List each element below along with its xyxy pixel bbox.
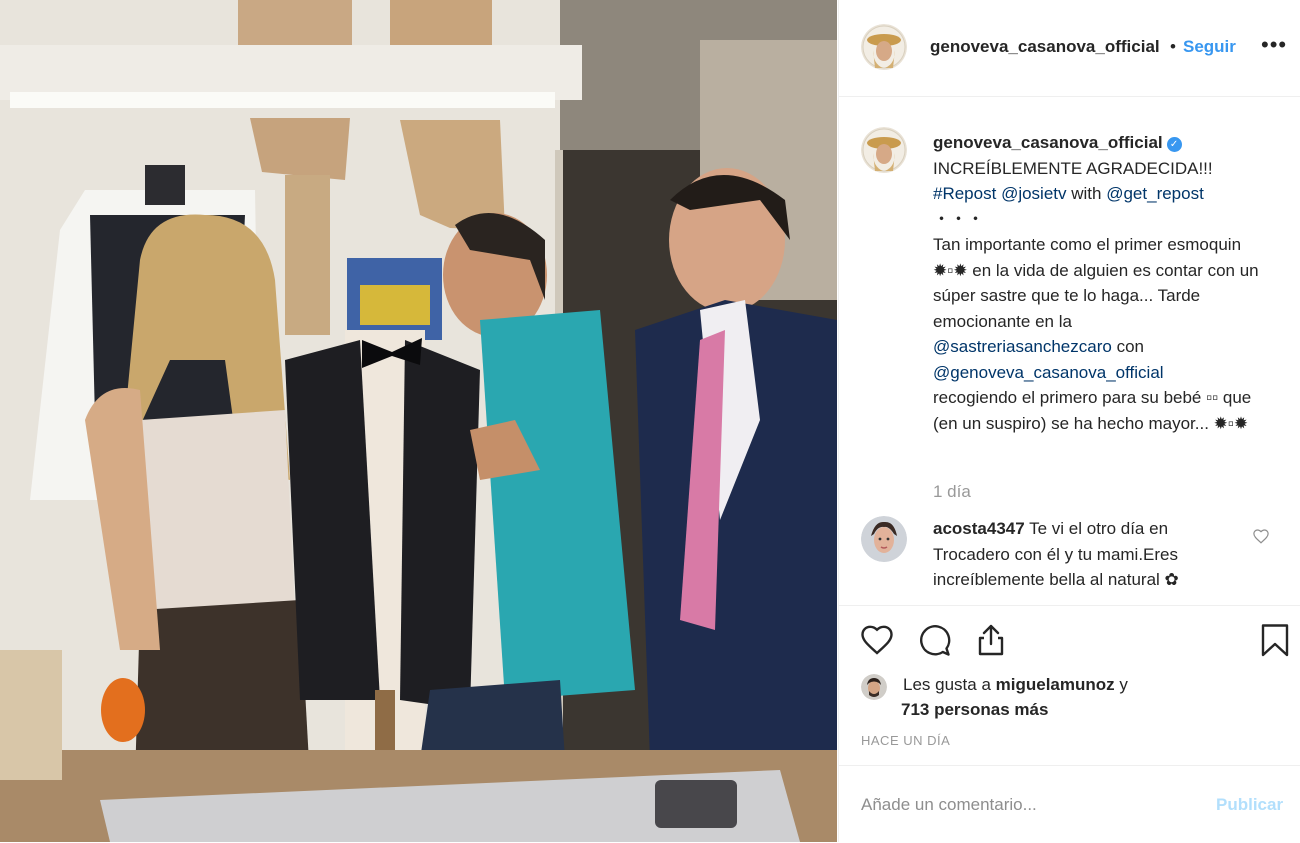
more-options-icon[interactable]: ••• [1261, 32, 1287, 58]
mention-josietv[interactable]: @josietv [1001, 184, 1066, 203]
post-actions: Les gusta a miguelamunoz y 713 personas … [839, 605, 1300, 766]
post-timestamp[interactable]: HACE UN DÍA [861, 733, 950, 748]
post-caption: genoveva_casanova_official ✓ INCREÍBLEMEN… [933, 130, 1273, 436]
likes-prefix: Les gusta a [903, 675, 991, 694]
liker-avatar[interactable] [861, 674, 887, 700]
post-photo[interactable] [0, 0, 837, 842]
post-header: genoveva_casanova_official • Seguir ••• [839, 0, 1300, 97]
caption-body1: Tan importante como el primer esmoquin ✹… [933, 235, 1259, 331]
comment-like-heart-icon[interactable] [1252, 527, 1270, 545]
verified-badge-icon: ✓ [1166, 137, 1182, 152]
author-avatar[interactable] [861, 24, 907, 70]
with-word: with [1071, 184, 1102, 203]
post-sidebar: genoveva_casanova_official • Seguir ••• … [838, 0, 1300, 842]
caption-line1: INCREÍBLEMENTE AGRADECIDA!!! [933, 158, 1213, 178]
author-avatar-image [861, 24, 907, 70]
bookmark-icon[interactable] [1257, 622, 1293, 658]
likes-line1: Les gusta a miguelamunoz y [903, 672, 1128, 698]
liker-avatar-image [861, 674, 887, 700]
comment-input[interactable] [861, 792, 1191, 818]
comment: acosta4347 Te vi el otro día en Trocader… [933, 516, 1243, 593]
commenter-username[interactable]: acosta4347 [933, 519, 1025, 538]
likes-suffix: y [1119, 675, 1128, 694]
caption-time[interactable]: 1 día [933, 482, 971, 502]
caption-dots: ・・・ [933, 209, 984, 229]
caption-avatar-image [861, 127, 907, 173]
mention-genoveva[interactable]: @genoveva_casanova_official [933, 363, 1164, 382]
caption-avatar[interactable] [861, 127, 907, 173]
comments-scroll-area[interactable]: genoveva_casanova_official ✓ INCREÍBLEMEN… [839, 97, 1300, 605]
commenter-avatar-image [861, 516, 907, 562]
con-word: con [1116, 337, 1144, 356]
mention-get-repost[interactable]: @get_repost [1106, 184, 1204, 203]
likes-others[interactable]: 713 personas más [901, 697, 1048, 723]
heart-icon[interactable] [859, 622, 895, 658]
author-username[interactable]: genoveva_casanova_official [930, 37, 1166, 57]
caption-body2: recogiendo el primero para su bebé ▫▫ qu… [933, 388, 1252, 433]
follow-button[interactable]: Seguir [1183, 37, 1236, 57]
liker-username[interactable]: miguelamunoz [996, 675, 1115, 694]
share-icon[interactable] [973, 622, 1009, 658]
caption-username[interactable]: genoveva_casanova_official [933, 133, 1163, 152]
add-comment-bar: Publicar [839, 765, 1300, 843]
tailor-shop-photo [0, 0, 837, 842]
hashtag-repost[interactable]: #Repost [933, 184, 996, 203]
comment-icon[interactable] [916, 622, 952, 658]
separator-dot: • [1170, 37, 1176, 56]
mention-sastreria[interactable]: @sastreriasanchezcaro [933, 337, 1112, 356]
publish-button[interactable]: Publicar [1216, 795, 1283, 815]
commenter-avatar[interactable] [861, 516, 907, 562]
